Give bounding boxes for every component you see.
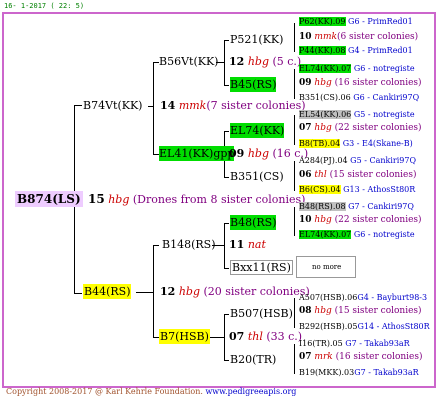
gen3-a-drone-info: 10 mmk(6 sister colonies) (299, 32, 419, 42)
connector (148, 106, 153, 107)
gen4-entry[interactable]: B292(HSB).05G14 - AthosSt80R (299, 323, 430, 331)
connector (224, 223, 229, 224)
connector (153, 245, 154, 337)
gen2-b-queen[interactable]: EL41(KK)gpp (159, 146, 235, 161)
connector (224, 268, 229, 269)
gen3-c-drone-info: 07 hbg (22 sister colonies) (299, 123, 422, 133)
connector (153, 62, 154, 154)
root-queen[interactable]: B874(LS) (15, 191, 83, 207)
gen2-c-drone-info: 11 nat (229, 238, 266, 251)
connector (294, 344, 295, 374)
gen2-c-queen[interactable]: B148(RS) (162, 239, 215, 250)
connector (224, 131, 229, 132)
footer: Copyright 2008-2017 @ Karl Kehrle Founda… (6, 388, 296, 396)
gen3-d-queen[interactable]: B351(CS) (230, 171, 284, 182)
gen4-entry[interactable]: B19(MKK).03G7 - Takab93aR (299, 369, 419, 377)
gen1-lower-drone-info: 12 hbg (20 sister colonies) (160, 285, 310, 298)
gen3-g-queen[interactable]: B507(HSB) (230, 308, 293, 319)
gen4-entry[interactable]: EL74(KK).07 G6 - notregiste (299, 64, 415, 73)
gen3-a-queen[interactable]: P521(KK) (230, 34, 283, 45)
gen1-upper-drone-info: 14 mmk(7 sister colonies) (160, 99, 306, 112)
gen2-d-queen[interactable]: B7(HSB) (159, 329, 210, 344)
gen2-a-drone-info: 12 hbg (5 c.) (229, 55, 302, 68)
connector (136, 292, 153, 293)
gen3-h-queen[interactable]: B20(TR) (230, 354, 276, 365)
gen4-entry[interactable]: B8(TB).04 G3 - E4(Skane-B) (299, 139, 413, 148)
connector (294, 115, 295, 145)
connector (224, 40, 225, 85)
gen3-h-drone-info: 07 mrk (16 sister colonies) (299, 352, 423, 362)
gen3-e-queen[interactable]: B48(RS) (230, 215, 277, 230)
gen4-entry[interactable]: EL54(KK).06 G5 - notregiste (299, 110, 415, 119)
gen3-g-drone-info: 08 hbg (15 sister colonies) (299, 306, 422, 316)
connector (224, 314, 229, 315)
gen3-e-drone-info: 10 hbg (22 sister colonies) (299, 215, 422, 225)
gen1-lower-queen[interactable]: B44(RS) (83, 284, 132, 299)
gen2-b-drone-info: 09 hbg (16 c.) (229, 147, 309, 160)
connector (74, 293, 82, 294)
no-more-label: no more (312, 263, 342, 271)
gen1-upper-queen[interactable]: B74Vt(KK) (83, 100, 142, 111)
connector (294, 207, 295, 236)
root-drone-info: 15 hbg (Drones from 8 sister colonies) (88, 192, 306, 206)
gen4-entry[interactable]: B6(CS).04 G13 - AthosSt80R (299, 185, 415, 194)
connector (294, 69, 295, 99)
site-link[interactable]: www.pedigreeapis.org (205, 387, 296, 396)
gen4-entry[interactable]: EL74(KK).07 G6 - notregiste (299, 230, 415, 239)
connector (153, 245, 159, 246)
connector (224, 40, 229, 41)
connector (294, 161, 295, 191)
connector (74, 105, 82, 106)
gen3-b-queen[interactable]: B45(RS) (230, 77, 277, 92)
gen4-entry[interactable]: I16(TR).05 G7 - Takab93aR (299, 340, 410, 348)
gen4-entry[interactable]: P44(KK).08 G4 - PrimRed01 (299, 46, 413, 55)
gen3-c-queen[interactable]: EL74(KK) (230, 123, 285, 138)
gen4-entry[interactable]: A284(PJ).04 G5 - Cankiri97Q (299, 157, 416, 165)
connector (224, 360, 229, 361)
connector (224, 85, 229, 86)
date-header: 16- 1-2017 ( 22: 5) (4, 2, 85, 10)
gen4-entry[interactable]: B351(CS).06 G6 - Cankiri97Q (299, 94, 419, 102)
gen4-entry[interactable]: P62(KK).09 G6 - PrimRed01 (299, 17, 413, 26)
gen4-entry[interactable]: B48(RS).08 G7 - Cankiri97Q (299, 202, 414, 211)
gen3-f-queen[interactable]: Bxx11(RS) (230, 260, 293, 275)
connector (294, 23, 295, 52)
gen3-d-drone-info: 06 thl (15 sister colonies) (299, 170, 417, 180)
connector (294, 298, 295, 328)
gen2-d-drone-info: 07 thl (33 c.) (229, 330, 303, 343)
copyright-text: Copyright 2008-2017 @ Karl Kehrle Founda… (6, 387, 203, 396)
gen2-a-queen[interactable]: B56Vt(KK) (159, 56, 218, 67)
gen4-entry[interactable]: A507(HSB).06G4 - Bayburt98-3 (299, 294, 427, 302)
gen3-b-drone-info: 09 hbg (16 sister colonies) (299, 78, 422, 88)
connector (224, 223, 225, 268)
connector (224, 177, 229, 178)
connector (224, 314, 225, 360)
